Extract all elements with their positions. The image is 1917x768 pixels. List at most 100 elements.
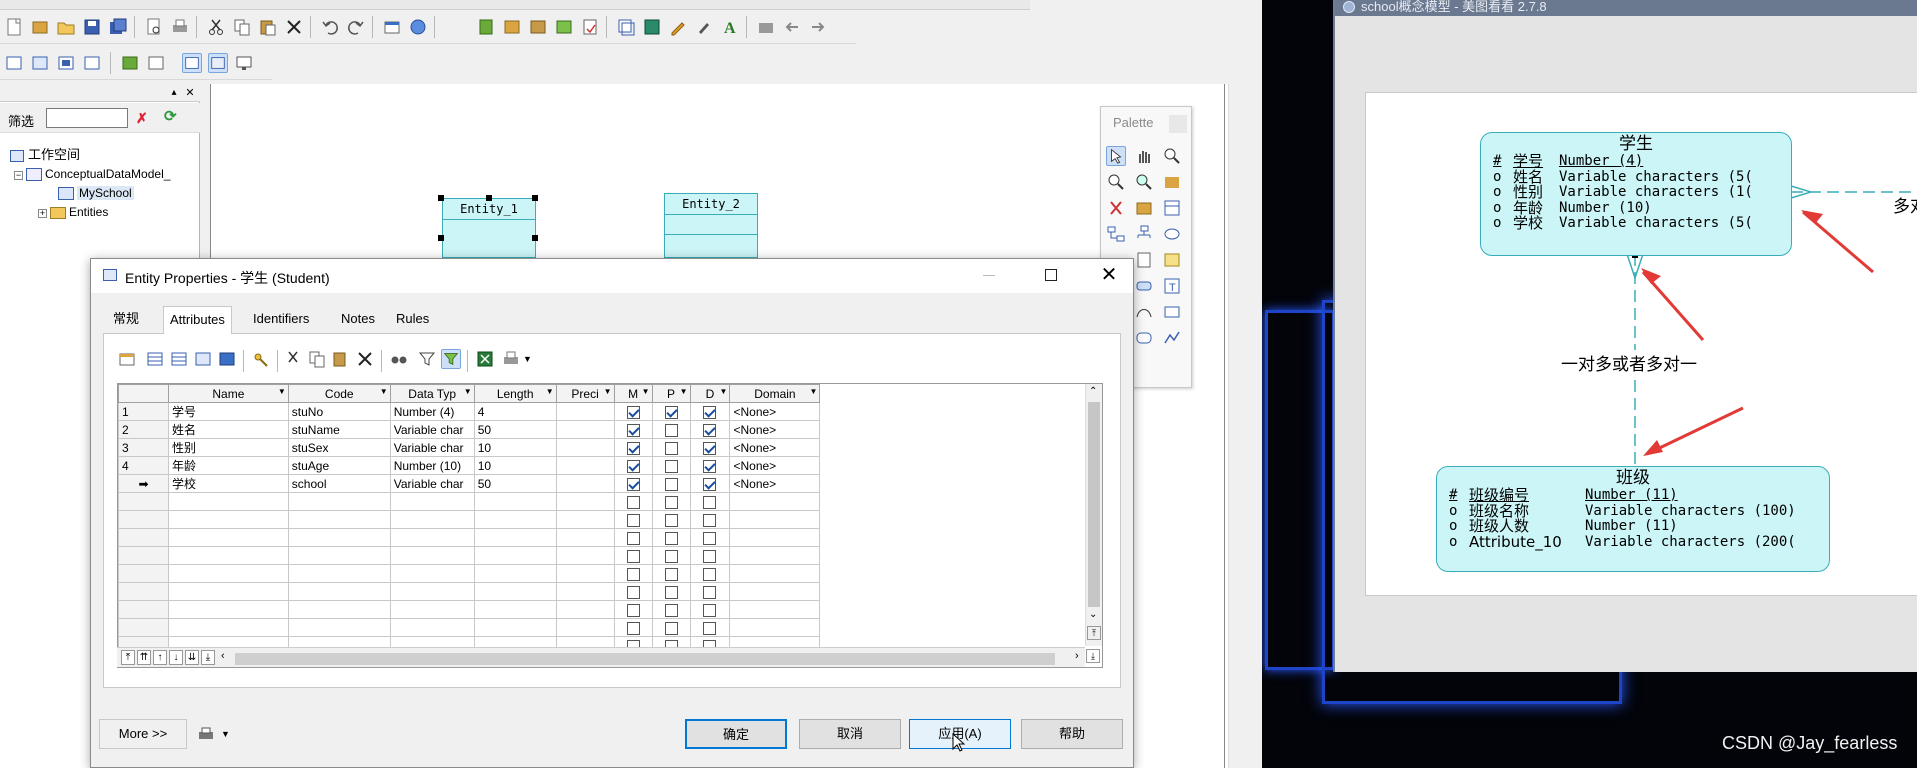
row-number[interactable]: [118, 528, 169, 547]
empty-cell[interactable]: [555, 582, 615, 601]
properties-icon[interactable]: [382, 17, 402, 37]
displayed-checkbox[interactable]: [703, 441, 717, 455]
copy-icon[interactable]: [232, 17, 252, 37]
domain-cell[interactable]: <None>: [729, 456, 821, 475]
empty-table-row[interactable]: [118, 564, 1102, 583]
move-last-icon[interactable]: ⤓: [201, 650, 215, 665]
rounded-rect-tool-icon[interactable]: [1134, 276, 1154, 296]
empty-cell[interactable]: [555, 618, 615, 637]
tab-general[interactable]: 常规: [107, 306, 145, 332]
print-dropdown-icon[interactable]: ▼: [523, 354, 532, 364]
mandatory-checkbox[interactable]: [626, 549, 640, 563]
empty-cell[interactable]: [287, 618, 391, 637]
back-icon[interactable]: [782, 17, 802, 37]
association-tool-icon[interactable]: [1162, 224, 1182, 244]
move-up-icon[interactable]: ↑: [153, 650, 167, 665]
empty-cell[interactable]: [167, 582, 289, 601]
grid-vscroll[interactable]: ⌃ ⌄ ⤒: [1085, 384, 1102, 646]
output-icon[interactable]: [146, 53, 166, 73]
primary-identifier-checkbox[interactable]: [664, 459, 678, 473]
empty-cell[interactable]: [167, 528, 289, 547]
empty-cell[interactable]: [389, 546, 475, 565]
check-model-icon[interactable]: [408, 17, 428, 37]
col-header-domain[interactable]: Domain ▼: [729, 384, 821, 403]
browser-icon[interactable]: [120, 53, 140, 73]
empty-table-row[interactable]: [118, 510, 1102, 529]
format-painter-icon[interactable]: [694, 17, 714, 37]
empty-cell[interactable]: [389, 492, 475, 511]
open-folder-icon[interactable]: [56, 17, 76, 37]
domain-cell[interactable]: [729, 618, 821, 637]
length-cell[interactable]: 50: [473, 474, 557, 493]
empty-cell[interactable]: [389, 528, 475, 547]
empty-cell[interactable]: [287, 492, 391, 511]
move-down-icon[interactable]: ↓: [169, 650, 183, 665]
add-attributes-icon[interactable]: [193, 349, 213, 369]
hand-tool-icon[interactable]: [1134, 146, 1154, 166]
grid-hscroll-thumb[interactable]: [235, 653, 1055, 665]
diagram-icon[interactable]: [4, 53, 24, 73]
domain-cell[interactable]: [729, 510, 821, 529]
displayed-checkbox[interactable]: [703, 513, 717, 527]
report-icon[interactable]: [580, 17, 600, 37]
tab-notes[interactable]: Notes: [335, 306, 381, 332]
mandatory-checkbox[interactable]: [626, 585, 640, 599]
table-row[interactable]: 1 学号 stuNo Number (4) 4 <None>: [118, 402, 1102, 421]
pencil-icon[interactable]: [668, 17, 688, 37]
delete-icon[interactable]: [284, 17, 304, 37]
empty-table-row[interactable]: [118, 546, 1102, 565]
empty-cell[interactable]: [473, 492, 557, 511]
tab-attributes[interactable]: Attributes: [163, 306, 232, 335]
domain-cell[interactable]: <None>: [729, 438, 821, 457]
mandatory-checkbox[interactable]: [626, 423, 640, 437]
precision-cell[interactable]: [555, 402, 615, 421]
domain-cell[interactable]: <None>: [729, 402, 821, 421]
row-number[interactable]: [118, 564, 169, 583]
domain-cell[interactable]: [729, 564, 821, 583]
col-header-precision[interactable]: Preci ▼: [555, 384, 615, 403]
displayed-checkbox[interactable]: [703, 459, 717, 473]
note-tool-icon[interactable]: [1162, 250, 1182, 270]
empty-cell[interactable]: [555, 564, 615, 583]
refresh-icon[interactable]: [554, 17, 574, 37]
close-icon[interactable]: ✕: [1097, 263, 1121, 287]
length-cell[interactable]: 50: [473, 420, 557, 439]
table-row[interactable]: ➡ 学校 school Variable char 50 <None>: [118, 474, 1102, 493]
col-header-primary[interactable]: P ▼: [651, 384, 691, 403]
displayed-checkbox[interactable]: [703, 495, 717, 509]
move-bottom-icon[interactable]: ⤓: [1086, 649, 1100, 663]
primary-identifier-checkbox[interactable]: [664, 531, 678, 545]
inheritance-tool-icon[interactable]: [1134, 224, 1154, 244]
code-cell[interactable]: school: [287, 474, 391, 493]
zoom-out-icon[interactable]: [1106, 172, 1126, 192]
textbox-tool-icon[interactable]: T: [1162, 276, 1182, 296]
mandatory-checkbox[interactable]: [626, 603, 640, 617]
code-cell[interactable]: stuNo: [287, 402, 391, 421]
mandatory-checkbox[interactable]: [626, 405, 640, 419]
empty-cell[interactable]: [167, 600, 289, 619]
mandatory-checkbox[interactable]: [626, 459, 640, 473]
selection-handle[interactable]: [438, 235, 444, 241]
domain-cell[interactable]: [729, 546, 821, 565]
primary-identifier-checkbox[interactable]: [664, 567, 678, 581]
empty-cell[interactable]: [287, 510, 391, 529]
data-type-cell[interactable]: Variable char: [389, 474, 475, 493]
empty-cell[interactable]: [167, 546, 289, 565]
data-type-cell[interactable]: Number (10): [389, 456, 475, 475]
row-number[interactable]: [118, 510, 169, 529]
row-number[interactable]: 4: [118, 456, 169, 475]
clear-filter-icon[interactable]: ✗: [136, 110, 152, 126]
tree-item-diagram[interactable]: MySchool: [58, 184, 134, 202]
row-number[interactable]: [118, 600, 169, 619]
col-header-data-type[interactable]: Data Typ ▼: [389, 384, 475, 403]
move-down-page-icon[interactable]: ⇊: [185, 650, 199, 665]
name-cell[interactable]: 学校: [167, 474, 289, 493]
empty-cell[interactable]: [473, 564, 557, 583]
package-tool-icon[interactable]: [1134, 198, 1154, 218]
filter-input[interactable]: [46, 108, 128, 128]
domain-cell[interactable]: <None>: [729, 474, 821, 493]
row-number[interactable]: ➡: [118, 474, 169, 493]
redo-icon[interactable]: [346, 17, 366, 37]
precision-cell[interactable]: [555, 456, 615, 475]
primary-identifier-checkbox[interactable]: [664, 549, 678, 563]
